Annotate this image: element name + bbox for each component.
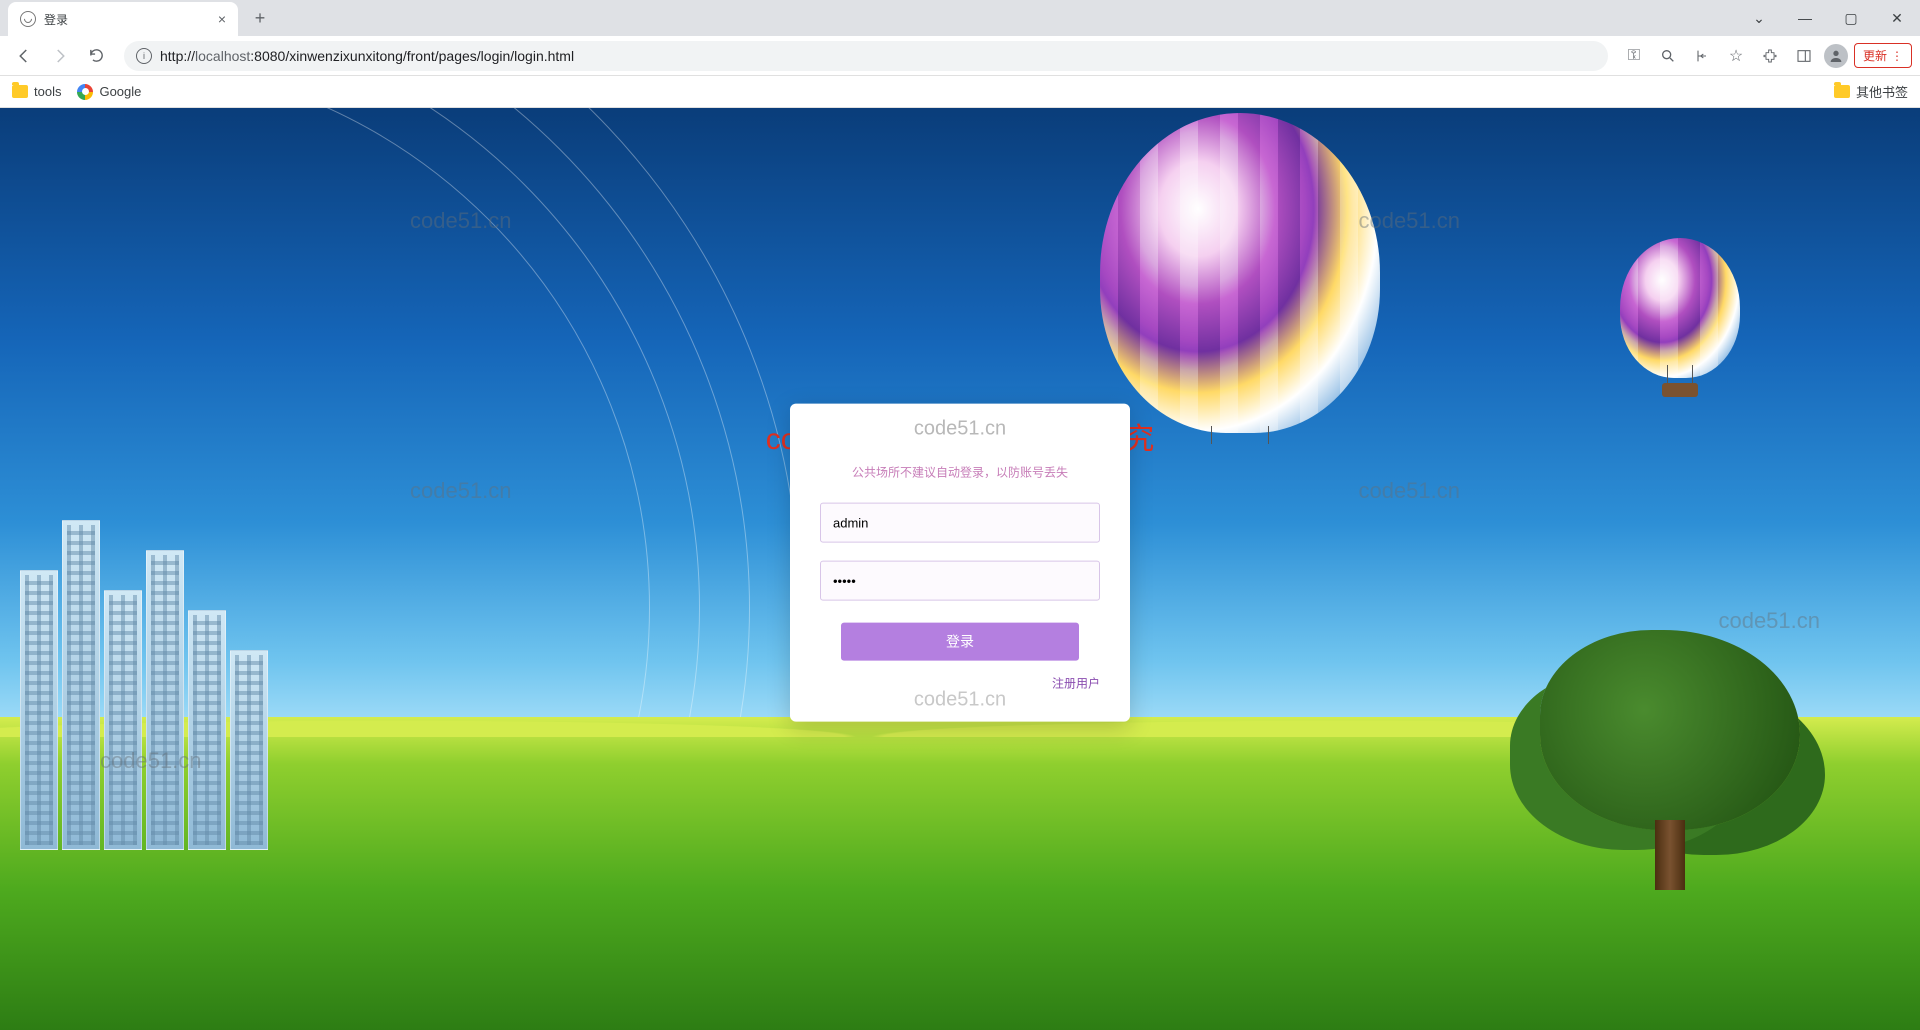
tab-title: 登录	[44, 11, 210, 28]
forward-button[interactable]	[44, 40, 76, 72]
address-bar[interactable]: i http://localhost:8080/xinwenzixunxiton…	[124, 41, 1608, 71]
watermark: code51.cn	[914, 689, 1006, 712]
login-button[interactable]: 登录	[841, 623, 1079, 661]
url-host: localhost	[195, 48, 250, 64]
tab-strip: 登录 × + ⌄ — ▢ ✕	[0, 0, 1920, 36]
balloon-graphic-small	[1620, 238, 1740, 397]
bookmark-label: tools	[34, 84, 61, 99]
url-port: :8080	[250, 48, 285, 64]
buildings-graphic	[20, 520, 268, 850]
maximize-button[interactable]: ▢	[1828, 2, 1874, 34]
star-icon[interactable]: ☆	[1722, 42, 1750, 70]
profile-avatar[interactable]	[1824, 44, 1848, 68]
new-tab-button[interactable]: +	[246, 4, 274, 32]
balloon-graphic	[1100, 113, 1380, 444]
key-icon[interactable]: ⚿	[1620, 42, 1648, 70]
bookmarks-bar: tools Google 其他书签	[0, 76, 1920, 108]
bookmark-tools[interactable]: tools	[12, 84, 61, 99]
url-scheme: http://	[160, 48, 195, 64]
folder-icon	[12, 85, 28, 98]
login-card: code51.cn 公共场所不建议自动登录，以防账号丢失 登录 注册用户 cod…	[790, 404, 1130, 722]
browser-chrome: 登录 × + ⌄ — ▢ ✕ i http://localhost:8080/x…	[0, 0, 1920, 108]
watermark: code51.cn	[914, 418, 1006, 441]
extensions-icon[interactable]	[1756, 42, 1784, 70]
close-icon[interactable]: ×	[218, 11, 226, 27]
back-button[interactable]	[8, 40, 40, 72]
share-icon[interactable]	[1688, 42, 1716, 70]
bookmark-other[interactable]: 其他书签	[1834, 82, 1908, 101]
tree-graphic	[1540, 630, 1800, 890]
folder-icon	[1834, 85, 1850, 98]
reload-button[interactable]	[80, 40, 112, 72]
globe-icon	[20, 11, 36, 27]
update-button[interactable]: 更新 ⋮	[1854, 43, 1912, 68]
window-controls: ⌄ — ▢ ✕	[1736, 2, 1920, 34]
browser-tab[interactable]: 登录 ×	[8, 2, 238, 36]
minimize-button[interactable]: —	[1782, 2, 1828, 34]
sidepanel-icon[interactable]	[1790, 42, 1818, 70]
password-input[interactable]	[820, 561, 1100, 601]
username-input[interactable]	[820, 503, 1100, 543]
login-hint: 公共场所不建议自动登录，以防账号丢失	[820, 464, 1100, 481]
page-viewport: code51.cn code51.cn code51.cn code51.cn …	[0, 108, 1920, 1030]
url-path: /xinwenzixunxitong/front/pages/login/log…	[285, 48, 574, 64]
dropdown-icon[interactable]: ⌄	[1736, 2, 1782, 34]
url-text: http://localhost:8080/xinwenzixunxitong/…	[160, 48, 574, 64]
bookmark-label: 其他书签	[1856, 82, 1908, 101]
browser-toolbar: i http://localhost:8080/xinwenzixunxiton…	[0, 36, 1920, 76]
google-icon	[77, 84, 93, 100]
update-label: 更新	[1863, 47, 1887, 64]
info-icon[interactable]: i	[136, 48, 152, 64]
bookmark-google[interactable]: Google	[77, 84, 141, 100]
zoom-icon[interactable]	[1654, 42, 1682, 70]
bookmark-label: Google	[99, 84, 141, 99]
kebab-icon: ⋮	[1891, 49, 1903, 63]
close-window-button[interactable]: ✕	[1874, 2, 1920, 34]
